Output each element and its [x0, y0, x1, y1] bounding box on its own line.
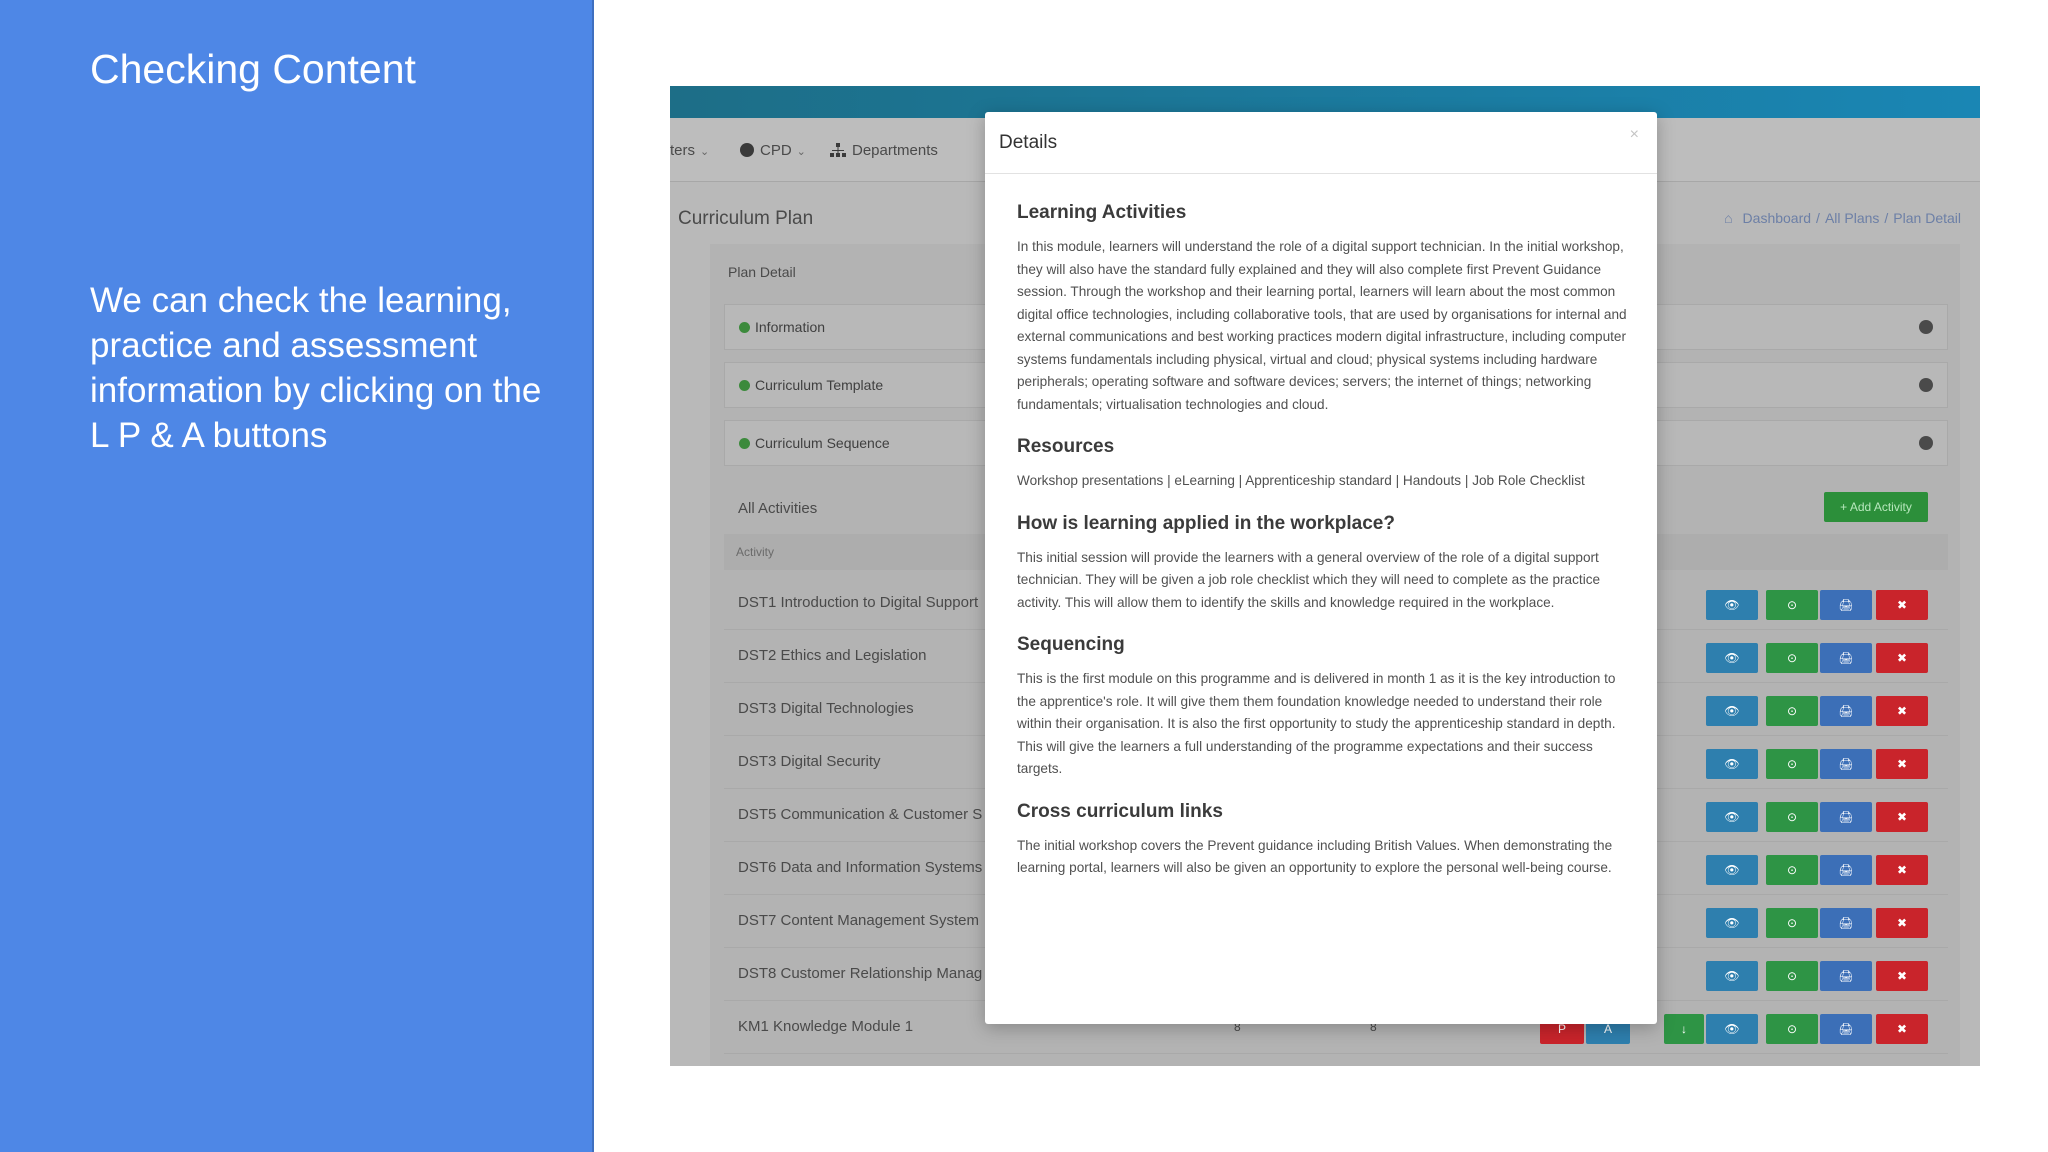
activity-name: DST7 Content Management System — [738, 912, 979, 929]
approve-button[interactable]: ⊙ — [1766, 590, 1818, 620]
approve-button[interactable]: ⊙ — [1766, 802, 1818, 832]
download-button[interactable]: ↓ — [1664, 1014, 1704, 1044]
print-button[interactable]: 🖨 — [1820, 908, 1872, 938]
section-text: In this module, learners will understand… — [1017, 239, 1627, 412]
section-heading: Cross curriculum links — [1017, 800, 1223, 822]
breadcrumb-all-plans[interactable]: All Plans — [1825, 210, 1879, 226]
activity-name: DST2 Ethics and Legislation — [738, 647, 927, 664]
slide-side-panel: Checking Content We can check the learni… — [0, 0, 594, 1152]
section-resources: Resources Workshop presentations | eLear… — [1017, 436, 1629, 493]
print-button[interactable]: 🖨 — [1820, 749, 1872, 779]
view-button[interactable]: 👁 — [1706, 855, 1758, 885]
section-text: Workshop presentations | eLearning | App… — [1017, 473, 1585, 488]
view-button[interactable]: 👁 — [1706, 802, 1758, 832]
view-button[interactable]: 👁 — [1706, 643, 1758, 673]
menu-item-departments[interactable]: Departments — [830, 142, 938, 159]
close-icon[interactable]: × — [1630, 126, 1639, 144]
home-icon: ⌂ — [1724, 210, 1733, 226]
sitemap-icon — [830, 143, 846, 157]
page-title: Curriculum Plan — [678, 208, 814, 229]
section-heading: How is learning applied in the workplace… — [1017, 512, 1395, 534]
slide-title: Checking Content — [90, 46, 416, 92]
section-text: The initial workshop covers the Prevent … — [1017, 837, 1613, 876]
print-button[interactable]: 🖨 — [1820, 590, 1872, 620]
activity-name: KM1 Knowledge Module 1 — [738, 1018, 914, 1035]
section-heading: Learning Activities — [1017, 202, 1187, 223]
breadcrumb: ⌂ Dashboard / All Plans / Plan Detail — [1724, 210, 1961, 226]
view-button[interactable]: 👁 — [1706, 590, 1758, 620]
delete-button[interactable]: ✖ — [1876, 855, 1928, 885]
modal-header: Details × — [985, 112, 1657, 174]
modal-title: Details — [999, 132, 1058, 153]
activity-name: DST1 Introduction to Digital Support — [738, 594, 979, 611]
delete-button[interactable]: ✖ — [1876, 961, 1928, 991]
delete-button[interactable]: ✖ — [1876, 643, 1928, 673]
expand-icon[interactable] — [1919, 436, 1933, 450]
card-title: Plan Detail — [728, 264, 796, 280]
print-button[interactable]: 🖨 — [1820, 961, 1872, 991]
delete-button[interactable]: ✖ — [1876, 590, 1928, 620]
chevron-down-icon: ⌄ — [796, 146, 806, 158]
add-activity-button[interactable]: + Add Activity — [1824, 492, 1928, 522]
menu-item-cpd[interactable]: CPD ⌄ — [740, 142, 806, 159]
activity-name: DST8 Customer Relationship Manag — [738, 965, 983, 982]
section-text: This initial session will provide the le… — [1017, 549, 1601, 610]
menu-item-ters[interactable]: ters ⌄ — [670, 142, 709, 159]
section-workplace: How is learning applied in the workplace… — [1017, 513, 1629, 615]
activity-name: DST5 Communication & Customer S — [738, 806, 983, 823]
approve-button[interactable]: ⊙ — [1766, 643, 1818, 673]
print-button[interactable]: 🖨 — [1820, 1014, 1872, 1044]
delete-button[interactable]: ✖ — [1876, 908, 1928, 938]
section-text: This is the first module on this program… — [1017, 671, 1616, 776]
activity-name: DST6 Data and Information Systems — [738, 859, 983, 876]
details-modal: Details × Learning Activities In this mo… — [985, 112, 1657, 1024]
delete-button[interactable]: ✖ — [1876, 696, 1928, 726]
approve-button[interactable]: ⊙ — [1766, 855, 1818, 885]
breadcrumb-dashboard[interactable]: Dashboard — [1743, 210, 1812, 226]
view-button[interactable]: 👁 — [1706, 961, 1758, 991]
view-button[interactable]: 👁 — [1706, 908, 1758, 938]
approve-button[interactable]: ⊙ — [1766, 961, 1818, 991]
slide-body-text: We can check the learning, practice and … — [90, 281, 542, 455]
section-sequencing: Sequencing This is the first module on t… — [1017, 634, 1629, 781]
view-button[interactable]: 👁 — [1706, 749, 1758, 779]
delete-button[interactable]: ✖ — [1876, 802, 1928, 832]
activity-name: DST3 Digital Technologies — [738, 700, 914, 717]
breadcrumb-plan-detail: Plan Detail — [1893, 210, 1961, 226]
activity-name: DST3 Digital Security — [738, 753, 881, 770]
approve-button[interactable]: ⊙ — [1766, 908, 1818, 938]
approve-button[interactable]: ⊙ — [1766, 1014, 1818, 1044]
view-button[interactable]: 👁 — [1706, 696, 1758, 726]
section-heading: Resources — [1017, 436, 1115, 457]
print-button[interactable]: 🖨 — [1820, 643, 1872, 673]
section-learning-activities: Learning Activities In this module, lear… — [1017, 202, 1629, 416]
chevron-down-icon: ⌄ — [700, 146, 710, 158]
approve-button[interactable]: ⊙ — [1766, 696, 1818, 726]
section-heading: Sequencing — [1017, 634, 1125, 655]
status-dot-icon — [739, 322, 750, 333]
delete-button[interactable]: ✖ — [1876, 749, 1928, 779]
activities-heading: All Activities — [738, 500, 818, 517]
delete-button[interactable]: ✖ — [1876, 1014, 1928, 1044]
expand-icon[interactable] — [1919, 378, 1933, 392]
circle-icon — [740, 143, 754, 157]
approve-button[interactable]: ⊙ — [1766, 749, 1818, 779]
status-dot-icon — [739, 438, 750, 449]
print-button[interactable]: 🖨 — [1820, 855, 1872, 885]
status-dot-icon — [739, 380, 750, 391]
view-button[interactable]: 👁 — [1706, 1014, 1758, 1044]
modal-body: Learning Activities In this module, lear… — [1017, 202, 1629, 900]
section-cross-curriculum: Cross curriculum links The initial works… — [1017, 801, 1629, 880]
expand-icon[interactable] — [1919, 320, 1933, 334]
print-button[interactable]: 🖨 — [1820, 802, 1872, 832]
print-button[interactable]: 🖨 — [1820, 696, 1872, 726]
